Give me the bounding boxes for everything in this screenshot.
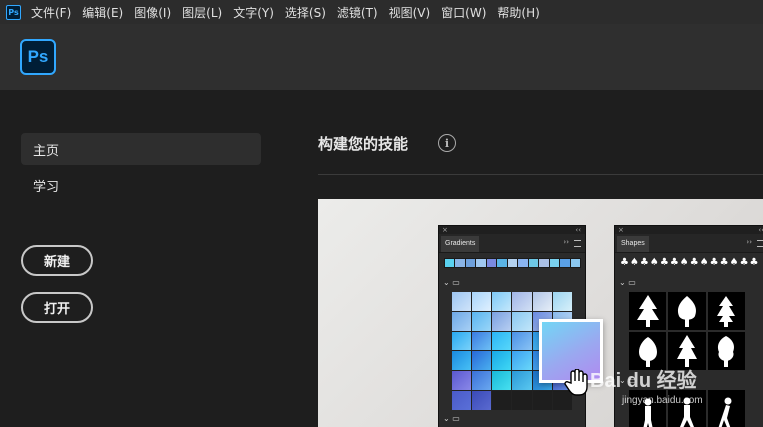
menu-image[interactable]: 图像(I) <box>134 4 171 21</box>
menu-file[interactable]: 文件(F) <box>31 4 71 21</box>
tree-icon <box>629 292 667 330</box>
expand-icon: ›› <box>563 238 569 246</box>
folder-icon: ⌄ ▭ <box>619 278 636 287</box>
menu-filter[interactable]: 滤镜(T) <box>337 4 378 21</box>
sidebar: 主页 学习 新建 打开 <box>0 90 290 427</box>
hand-cursor-icon <box>563 368 589 401</box>
sidebar-item-learn[interactable]: 学习 <box>21 169 261 201</box>
info-icon[interactable]: i <box>438 134 456 152</box>
collapse-icon: ‹‹ <box>758 226 763 234</box>
baidu-watermark: Bai du 经验 <box>590 370 697 392</box>
new-button[interactable]: 新建 <box>21 245 93 276</box>
collapse-icon: ‹‹ <box>575 226 581 234</box>
tab-shapes: Shapes <box>617 236 649 252</box>
panel-top-strip: × ‹‹ <box>615 226 763 234</box>
folder-icon: ⌄ ▭ <box>443 278 460 287</box>
figure-icon <box>707 390 745 427</box>
menu-window[interactable]: 窗口(W) <box>441 4 486 21</box>
photoshop-logo: Ps <box>20 39 56 75</box>
tree-icon <box>668 292 706 330</box>
gradient-preset-strip <box>444 258 581 268</box>
close-icon: × <box>618 226 624 234</box>
sidebar-item-home[interactable]: 主页 <box>21 133 261 165</box>
tab-gradients: Gradients <box>441 236 480 252</box>
panel-top-strip: × ‹‹ <box>439 226 585 234</box>
divider <box>318 174 763 175</box>
folder-icon: ⌄ ▭ <box>443 414 460 423</box>
menu-view[interactable]: 视图(V) <box>389 4 431 21</box>
menu-layer[interactable]: 图层(L) <box>182 4 222 21</box>
menu-type[interactable]: 文字(Y) <box>233 4 274 21</box>
tree-icon <box>707 292 745 330</box>
page-title: 构建您的技能 <box>318 135 409 153</box>
menu-help[interactable]: 帮助(H) <box>497 4 539 21</box>
panel-menu-icon <box>574 240 581 247</box>
panel-menu-icon <box>757 240 763 247</box>
expand-icon: ›› <box>746 238 752 246</box>
panel-tab-row: Shapes ›› <box>615 234 763 253</box>
shape-preset-strip: ♣♠♣♠♣♣♠♣♠♣♣♠♣♣ <box>620 257 760 268</box>
tree-shape-grid <box>629 292 745 370</box>
home-header: Ps <box>0 24 763 90</box>
open-button[interactable]: 打开 <box>21 292 93 323</box>
ps-app-icon[interactable]: Ps <box>6 4 21 20</box>
tree-icon <box>707 332 745 370</box>
panel-tab-row: Gradients ›› <box>439 234 585 253</box>
menu-select[interactable]: 选择(S) <box>285 4 326 21</box>
menu-edit[interactable]: 编辑(E) <box>82 4 123 21</box>
menu-bar: Ps 文件(F) 编辑(E) 图像(I) 图层(L) 文字(Y) 选择(S) 滤… <box>0 0 763 24</box>
close-icon: × <box>442 226 448 234</box>
baidu-watermark-url: jingyan.baidu.com <box>622 395 703 406</box>
